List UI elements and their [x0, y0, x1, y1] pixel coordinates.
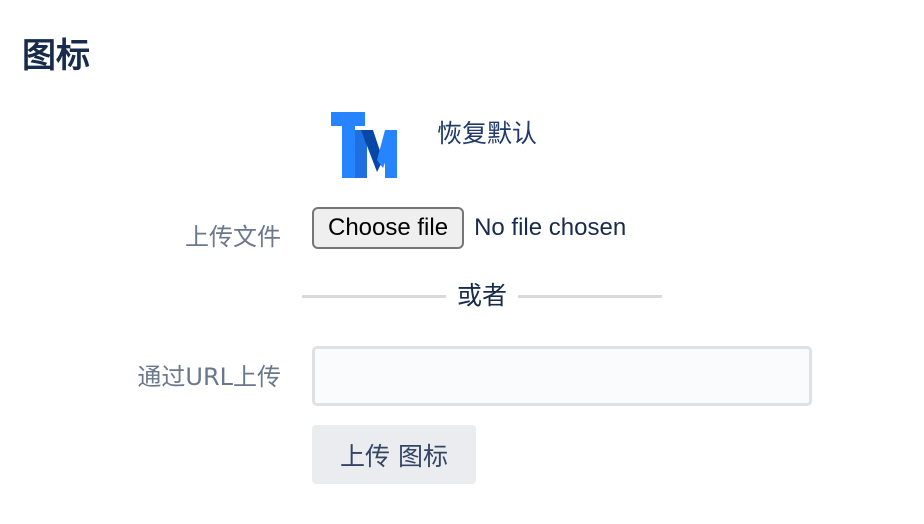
page-title: 图标 — [22, 36, 90, 76]
upload-icon-button[interactable]: 上传 图标 — [312, 425, 476, 484]
upload-file-label: 上传文件 — [185, 223, 281, 251]
reset-default-link[interactable]: 恢复默认 — [437, 116, 537, 152]
file-status-text: No file chosen — [474, 214, 627, 241]
upload-url-label: 通过URL上传 — [137, 363, 281, 391]
tm-logo-icon — [331, 112, 397, 178]
divider-line-right — [518, 295, 662, 298]
divider-label: 或者 — [456, 281, 507, 310]
choose-file-button[interactable]: Choose file — [312, 207, 465, 249]
divider-line-left — [302, 295, 446, 298]
or-divider: 或者 — [302, 276, 662, 316]
url-input[interactable] — [312, 346, 812, 406]
file-picker: Choose file No file chosen — [312, 206, 626, 250]
